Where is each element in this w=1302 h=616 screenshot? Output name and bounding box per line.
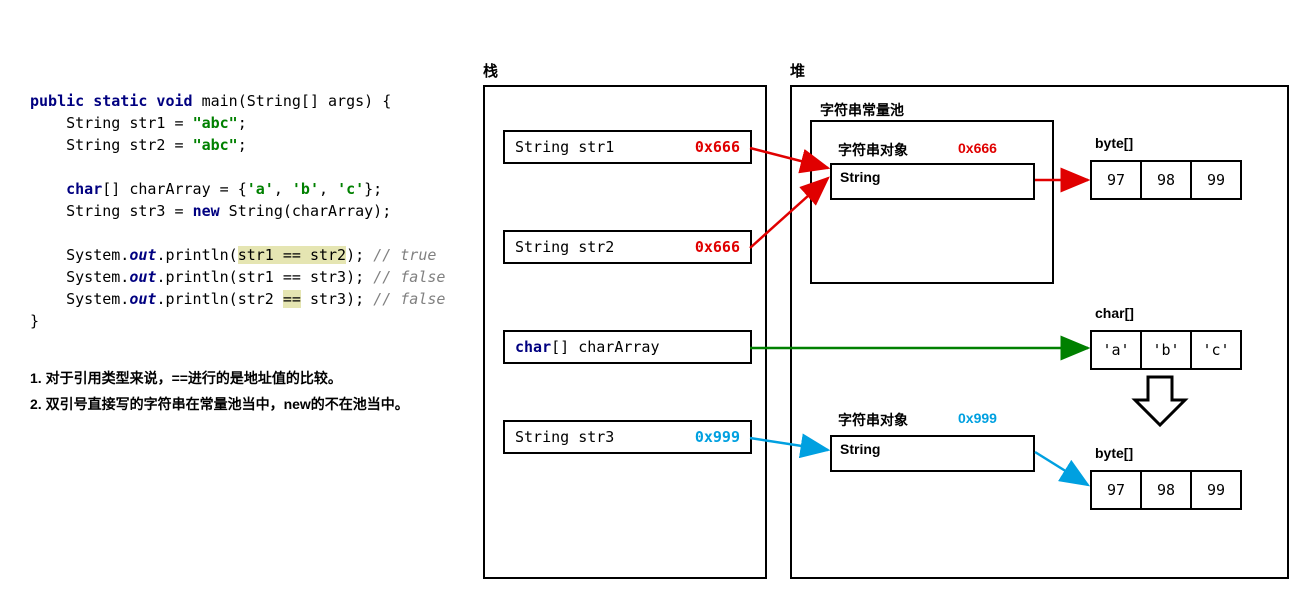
code-text: "abc" [193, 136, 238, 154]
code-text: System. [30, 246, 129, 264]
code-block: public static void main(String[] args) {… [30, 90, 445, 332]
string-type-label: String [840, 169, 880, 185]
char-cell: 'a' [1090, 330, 1142, 370]
code-text: ; [238, 114, 247, 132]
code-text: str3); [301, 290, 373, 308]
note-line: 2. 双引号直接写的字符串在常量池当中，new的不在池当中。 [30, 391, 409, 417]
code-text: == [283, 290, 301, 308]
code-text: out [129, 268, 156, 286]
code-text: str1 == str2 [238, 246, 346, 264]
stack-heading: 栈 [483, 60, 498, 81]
byte-cell: 99 [1190, 160, 1242, 200]
code-text: .println( [156, 246, 237, 264]
char-array-label: char[] [1095, 305, 1134, 321]
string-object-label: 字符串对象 [838, 410, 908, 430]
code-text: // false [373, 268, 445, 286]
string-type-label: String [840, 441, 880, 457]
char-cell: 'b' [1140, 330, 1192, 370]
code-text: , [274, 180, 292, 198]
code-text: // true [373, 246, 436, 264]
notes-block: 1. 对于引用类型来说，==进行的是地址值的比较。 2. 双引号直接写的字符串在… [30, 365, 409, 417]
stack-addr: 0x666 [695, 138, 740, 156]
string-box: String [830, 435, 1035, 472]
string-object-addr: 0x999 [958, 410, 997, 426]
diagram-root: public static void main(String[] args) {… [0, 0, 1302, 616]
code-text: .println(str2 [156, 290, 282, 308]
code-text: , [319, 180, 337, 198]
note-line: 1. 对于引用类型来说，==进行的是地址值的比较。 [30, 365, 409, 391]
heap-heading: 堆 [790, 60, 805, 81]
string-object-addr: 0x666 [958, 140, 997, 156]
byte-cell: 97 [1090, 160, 1142, 200]
byte-cell: 97 [1090, 470, 1142, 510]
code-text: 'c' [337, 180, 364, 198]
byte-cell: 98 [1140, 160, 1192, 200]
code-text: "abc" [193, 114, 238, 132]
stack-var-label: String str2 [515, 238, 614, 256]
code-text: char [66, 180, 102, 198]
pool-title: 字符串常量池 [820, 100, 904, 120]
stack-addr: 0x666 [695, 238, 740, 256]
byte-array-label: byte[] [1095, 135, 1133, 151]
char-array-grid: 'a' 'b' 'c' [1090, 330, 1242, 370]
code-text: String(charArray); [220, 202, 392, 220]
code-text: System. [30, 290, 129, 308]
code-text: out [129, 246, 156, 264]
code-text: String str1 = [30, 114, 193, 132]
byte-array-label: byte[] [1095, 445, 1133, 461]
char-cell: 'c' [1190, 330, 1242, 370]
stack-item-str3: String str3 0x999 [503, 420, 752, 454]
code-text: new [193, 202, 220, 220]
byte-array-grid: 97 98 99 [1090, 470, 1242, 510]
stack-var-label: char [515, 338, 551, 356]
code-text: String str2 = [30, 136, 193, 154]
code-text: public static void [30, 92, 193, 110]
byte-cell: 98 [1140, 470, 1192, 510]
stack-addr: 0x999 [695, 428, 740, 446]
code-text: .println(str1 == str3); [156, 268, 373, 286]
code-text: }; [364, 180, 382, 198]
code-text [30, 180, 66, 198]
string-object-label: 字符串对象 [838, 140, 908, 160]
code-text: ; [238, 136, 247, 154]
code-text: ); [346, 246, 373, 264]
code-text: System. [30, 268, 129, 286]
byte-array-grid: 97 98 99 [1090, 160, 1242, 200]
stack-item-str1: String str1 0x666 [503, 130, 752, 164]
string-box: String [830, 163, 1035, 200]
stack-var-label: String str3 [515, 428, 614, 446]
code-text: String str3 = [30, 202, 193, 220]
stack-var-label: String str1 [515, 138, 614, 156]
code-text: 'a' [247, 180, 274, 198]
code-text: 'b' [292, 180, 319, 198]
byte-cell: 99 [1190, 470, 1242, 510]
code-text: main(String[] args) { [193, 92, 392, 110]
code-text: } [30, 312, 39, 330]
code-text: [] charArray = { [102, 180, 247, 198]
stack-item-str2: String str2 0x666 [503, 230, 752, 264]
stack-var-label: [] charArray [551, 338, 659, 356]
code-text: out [129, 290, 156, 308]
code-text: // false [373, 290, 445, 308]
stack-item-chararray: char[] charArray [503, 330, 752, 364]
